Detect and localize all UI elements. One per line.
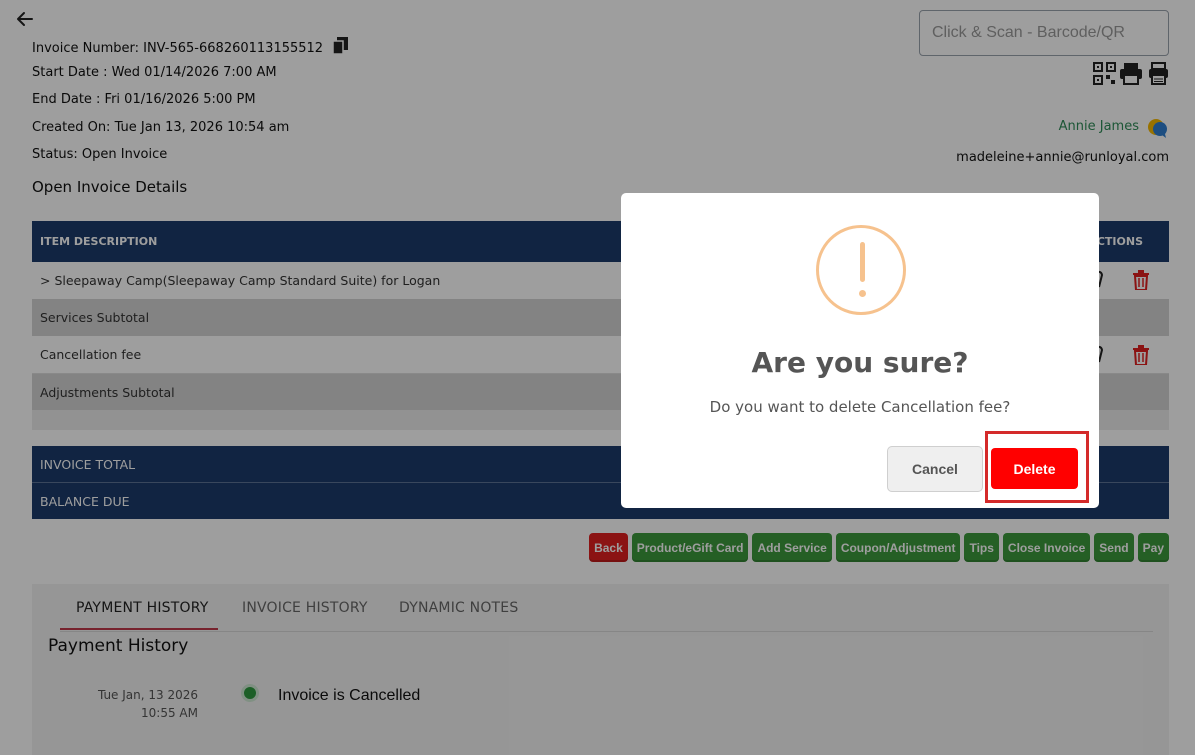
cancel-button[interactable]: Cancel [887, 446, 983, 492]
confirm-delete-dialog: Are you sure? Do you want to delete Canc… [621, 193, 1099, 508]
delete-button[interactable]: Delete [991, 448, 1078, 489]
warning-icon [816, 225, 906, 315]
dialog-message: Do you want to delete Cancellation fee? [709, 398, 1011, 416]
dialog-title: Are you sure? [751, 346, 969, 379]
